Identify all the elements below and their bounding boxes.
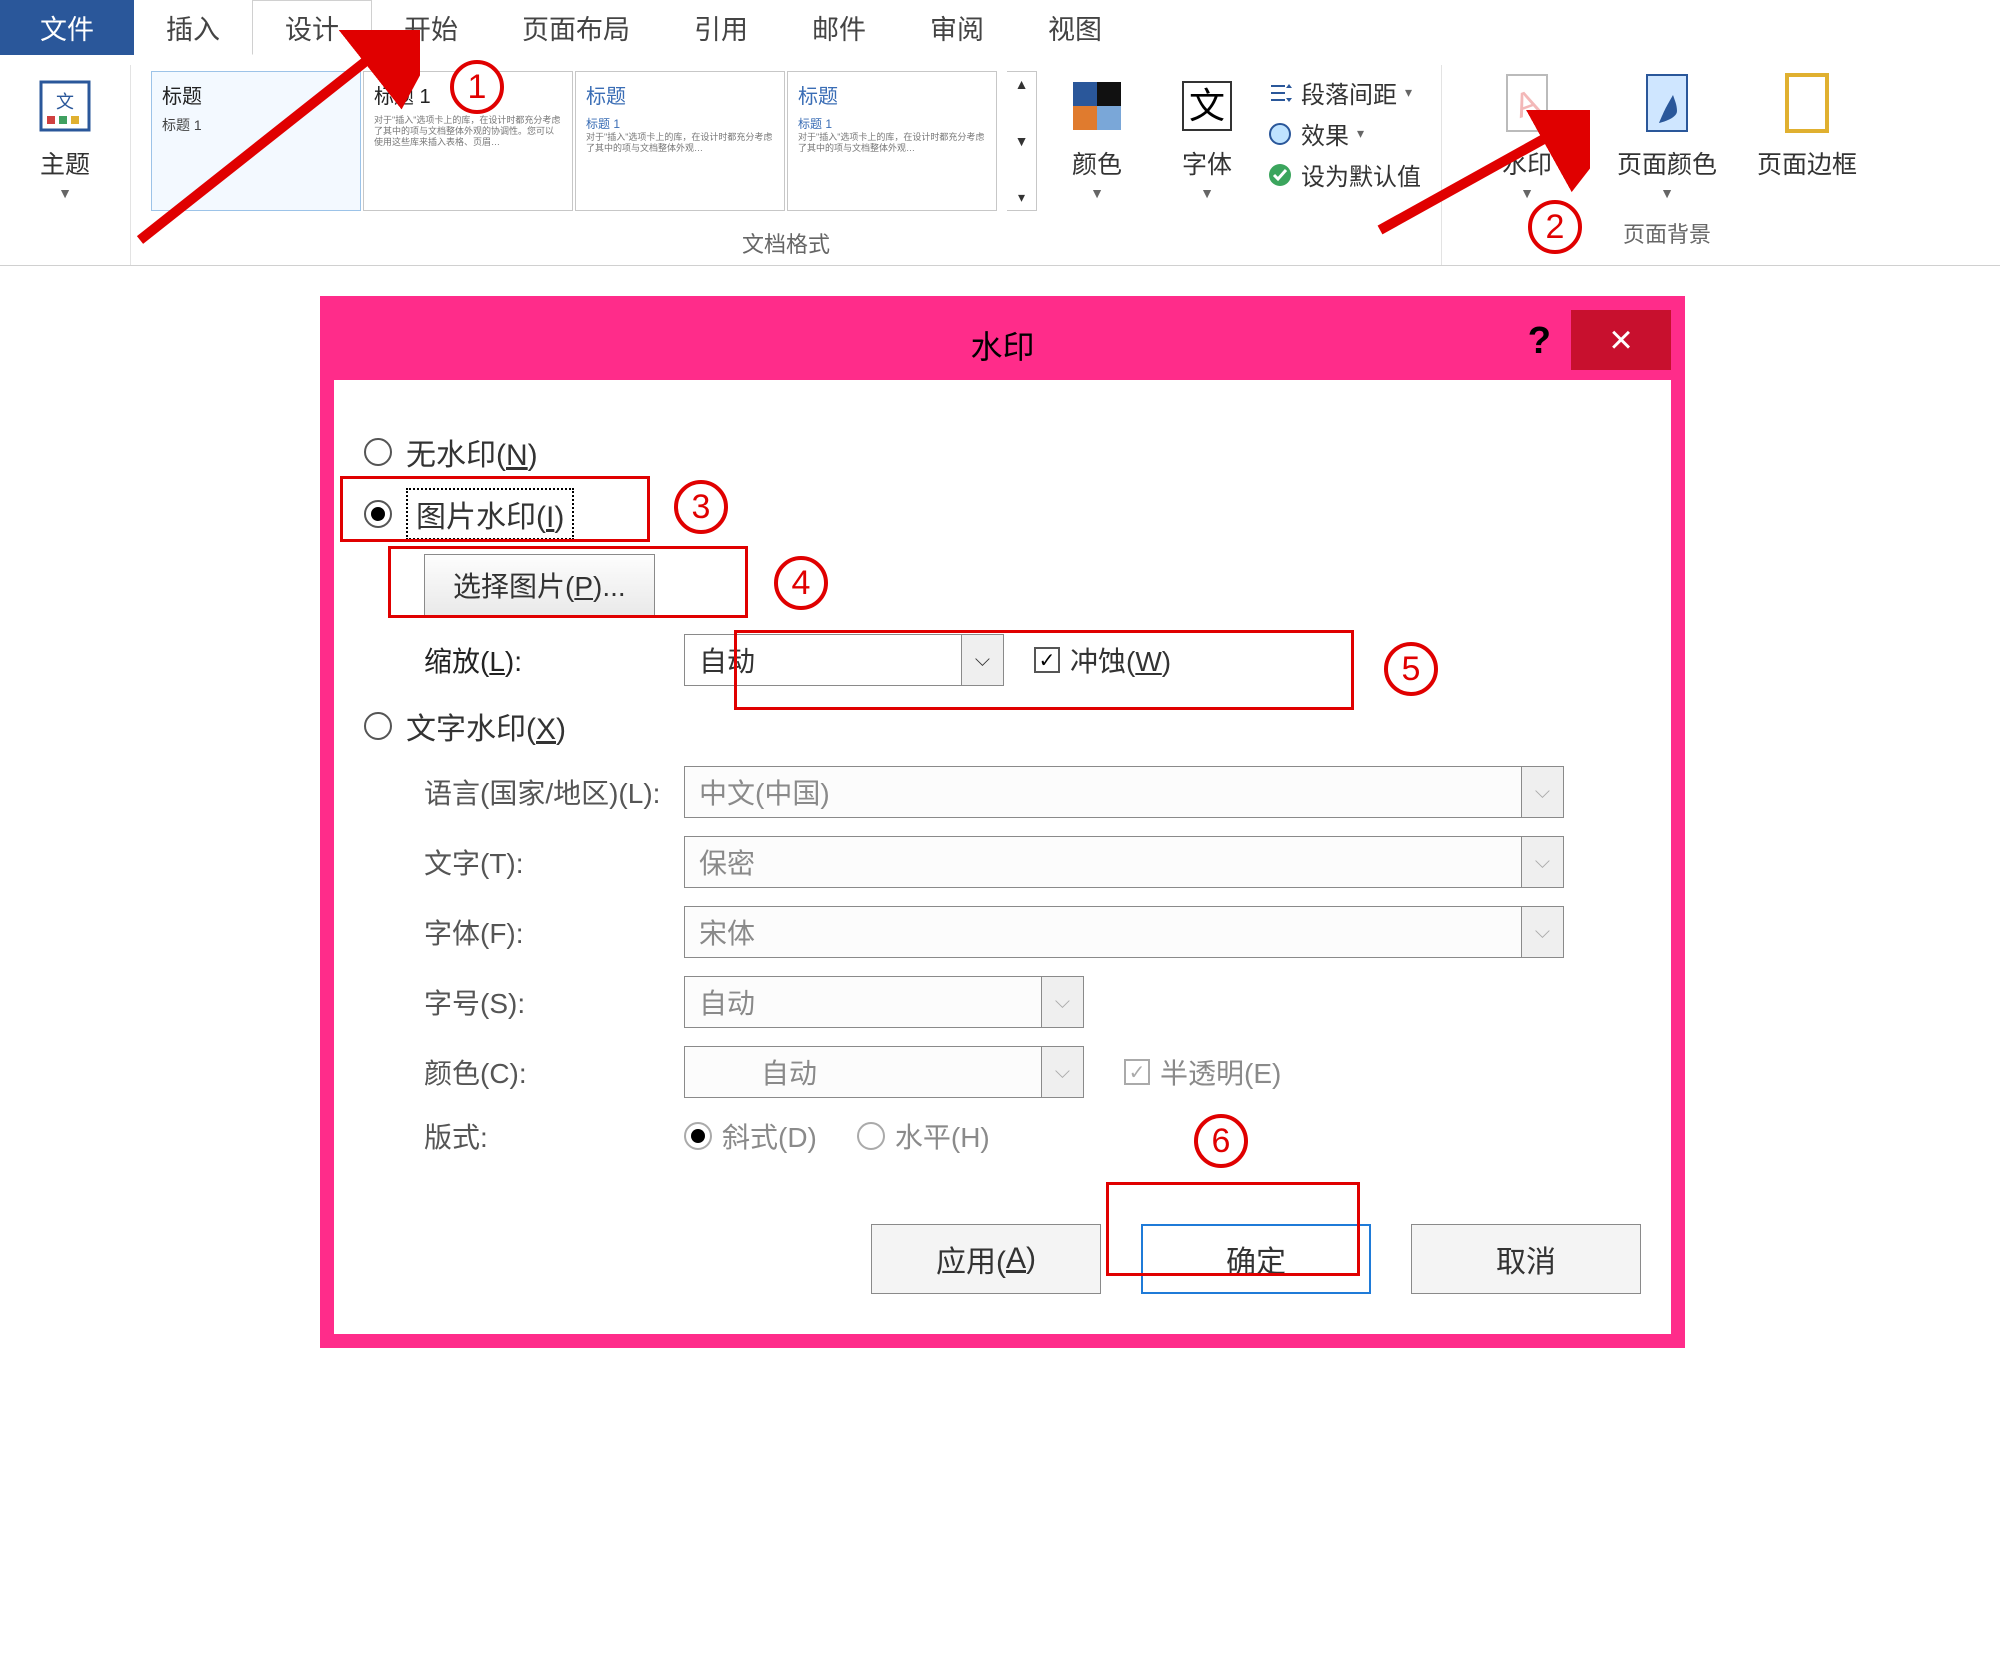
dialog-buttons: 应用(A) 确定 取消 6 (334, 1194, 1671, 1334)
tab-layout[interactable]: 页面布局 (490, 0, 662, 55)
group-page-background: A 水印 ▼ 页面颜色 ▼ 页面边框 (1442, 65, 1892, 265)
size-combo: 自动 ⌵ (684, 976, 1084, 1028)
page-border-button[interactable]: 页面边框 (1742, 71, 1872, 181)
radio-text-watermark[interactable]: 文字水印(X) (364, 704, 1641, 748)
page-color-icon (1632, 71, 1702, 141)
tab-mail[interactable]: 邮件 (780, 0, 898, 55)
themes-icon: 文 (30, 71, 100, 141)
effects-button[interactable]: 效果 ▾ (1267, 116, 1421, 151)
check-icon (1267, 162, 1293, 188)
tab-insert[interactable]: 插入 (134, 0, 252, 55)
fonts-drop-icon: ▼ (1200, 185, 1214, 201)
chevron-down-icon: ⌵ (1041, 977, 1083, 1027)
radio-icon (364, 500, 392, 528)
language-combo: 中文(中国) ⌵ (684, 766, 1564, 818)
watermark-button[interactable]: A 水印 ▼ (1462, 71, 1592, 201)
watermark-icon: A (1492, 71, 1562, 141)
page-bg-group-label: 页面背景 (1623, 207, 1711, 255)
color-label: 颜色(C): (364, 1052, 684, 1092)
chevron-down-icon: ⌵ (1521, 907, 1563, 957)
tab-file[interactable]: 文件 (0, 0, 134, 55)
doc-style-3[interactable]: 标题 标题 1 对于"插入"选项卡上的库，在设计时都充分考虑了其中的项与文档整体… (575, 71, 785, 211)
colors-icon (1062, 71, 1132, 141)
radio-icon (684, 1122, 712, 1150)
svg-text:文: 文 (1189, 85, 1225, 126)
semitransparent-checkbox: 半透明(E) (1124, 1052, 1281, 1092)
paragraph-spacing-button[interactable]: 段落间距 ▾ (1267, 75, 1421, 110)
scale-label: 缩放(L): (364, 640, 684, 680)
layout-label: 版式: (364, 1116, 684, 1156)
doc-format-group-label: 文档格式 (742, 217, 830, 265)
apply-button[interactable]: 应用(A) (871, 1224, 1101, 1294)
font-label: 字体(F): (364, 912, 684, 952)
doc-style-gallery[interactable]: 标题 标题 1 标题 1 对于"插入"选项卡上的库，在设计时都充分考虑了其中的项… (151, 71, 997, 211)
colors-button[interactable]: 颜色 ▼ (1047, 71, 1147, 211)
gallery-scroll[interactable]: ▲ ▼ ▾ (1007, 71, 1037, 211)
scale-combo[interactable]: 自动 ⌵ (684, 634, 1004, 686)
ribbon: 文件 插入 设计 开始 页面布局 引用 邮件 审阅 视图 文 主题 ▼ (0, 0, 2000, 266)
color-combo: 自动 ⌵ (684, 1046, 1084, 1098)
colors-drop-icon: ▼ (1090, 185, 1104, 201)
dialog-close-button[interactable]: × (1571, 310, 1671, 370)
chevron-down-icon: ⌵ (1041, 1047, 1083, 1097)
washout-checkbox[interactable]: 冲蚀(W) (1034, 640, 1171, 680)
language-label: 语言(国家/地区)(L): (364, 772, 684, 812)
dialog-title: 水印 (970, 322, 1034, 368)
dialog-body: 无水印(N) 图片水印(I) 选择图片(P)... 缩放(L): 自动 ⌵ (334, 380, 1671, 1194)
checkbox-icon (1124, 1059, 1150, 1085)
radio-icon (364, 712, 392, 740)
group-themes: 文 主题 ▼ (0, 65, 131, 265)
radio-picture-watermark[interactable]: 图片水印(I) (364, 488, 1641, 540)
set-default-button[interactable]: 设为默认值 (1267, 157, 1421, 192)
chevron-down-icon: ⌵ (961, 635, 1003, 685)
watermark-dialog: 水印 ? × 无水印(N) 图片水印(I) 选择图片(P)... 缩放(L): (320, 296, 1685, 1348)
dialog-help-button[interactable]: ? (1528, 320, 1551, 363)
radio-icon (364, 438, 392, 466)
gallery-more-icon[interactable]: ▾ (1009, 189, 1034, 206)
tab-view[interactable]: 视图 (1016, 0, 1134, 55)
tab-ref[interactable]: 引用 (662, 0, 780, 55)
tab-start[interactable]: 开始 (372, 0, 490, 55)
dialog-titlebar[interactable]: 水印 ? × (334, 310, 1671, 380)
page-border-icon (1772, 71, 1842, 141)
themes-label: 主题 (40, 145, 90, 181)
themes-drop-icon: ▼ (58, 185, 72, 201)
radio-diagonal: 斜式(D) (684, 1116, 817, 1156)
text-combo: 保密 ⌵ (684, 836, 1564, 888)
ok-button[interactable]: 确定 (1141, 1224, 1371, 1294)
checkbox-icon (1034, 647, 1060, 673)
doc-style-2[interactable]: 标题 1 对于"插入"选项卡上的库，在设计时都充分考虑了其中的项与文档整体外观的… (363, 71, 573, 211)
group-doc-format: 标题 标题 1 标题 1 对于"插入"选项卡上的库，在设计时都充分考虑了其中的项… (131, 65, 1442, 265)
doc-style-4[interactable]: 标题 标题 1 对于"插入"选项卡上的库，在设计时都充分考虑了其中的项与文档整体… (787, 71, 997, 211)
chevron-down-icon: ⌵ (1521, 767, 1563, 817)
watermark-dialog-wrap: 水印 ? × 无水印(N) 图片水印(I) 选择图片(P)... 缩放(L): (320, 296, 1685, 1348)
radio-no-watermark[interactable]: 无水印(N) (364, 430, 1641, 474)
ribbon-body: 文 主题 ▼ 标题 标题 1 标题 1 对于"插入"选项卡上的库，在设计时都充分 (0, 55, 2000, 265)
page-color-drop-icon: ▼ (1660, 185, 1674, 201)
doc-style-1[interactable]: 标题 标题 1 (151, 71, 361, 211)
radio-horizontal: 水平(H) (857, 1116, 990, 1156)
tab-design[interactable]: 设计 (252, 0, 372, 55)
chevron-down-icon: ⌵ (1521, 837, 1563, 887)
fonts-button[interactable]: 文 字体 ▼ (1157, 71, 1257, 211)
font-combo: 宋体 ⌵ (684, 906, 1564, 958)
select-picture-button[interactable]: 选择图片(P)... (424, 554, 655, 616)
page-color-button[interactable]: 页面颜色 ▼ (1602, 71, 1732, 201)
ribbon-tabs: 文件 插入 设计 开始 页面布局 引用 邮件 审阅 视图 (0, 0, 2000, 55)
format-extras: 段落间距 ▾ 效果 ▾ 设为默认值 (1267, 71, 1421, 211)
effects-icon (1267, 121, 1293, 147)
svg-text:文: 文 (56, 92, 74, 112)
spacing-icon (1267, 80, 1293, 106)
tab-review[interactable]: 审阅 (898, 0, 1016, 55)
gallery-down-icon[interactable]: ▼ (1009, 133, 1034, 149)
gallery-up-icon[interactable]: ▲ (1009, 76, 1034, 92)
radio-icon (857, 1122, 885, 1150)
watermark-drop-icon: ▼ (1520, 185, 1534, 201)
themes-button[interactable]: 文 主题 ▼ (20, 71, 110, 201)
cancel-button[interactable]: 取消 (1411, 1224, 1641, 1294)
fonts-icon: 文 (1172, 71, 1242, 141)
text-label: 文字(T): (364, 842, 684, 882)
size-label: 字号(S): (364, 982, 684, 1022)
